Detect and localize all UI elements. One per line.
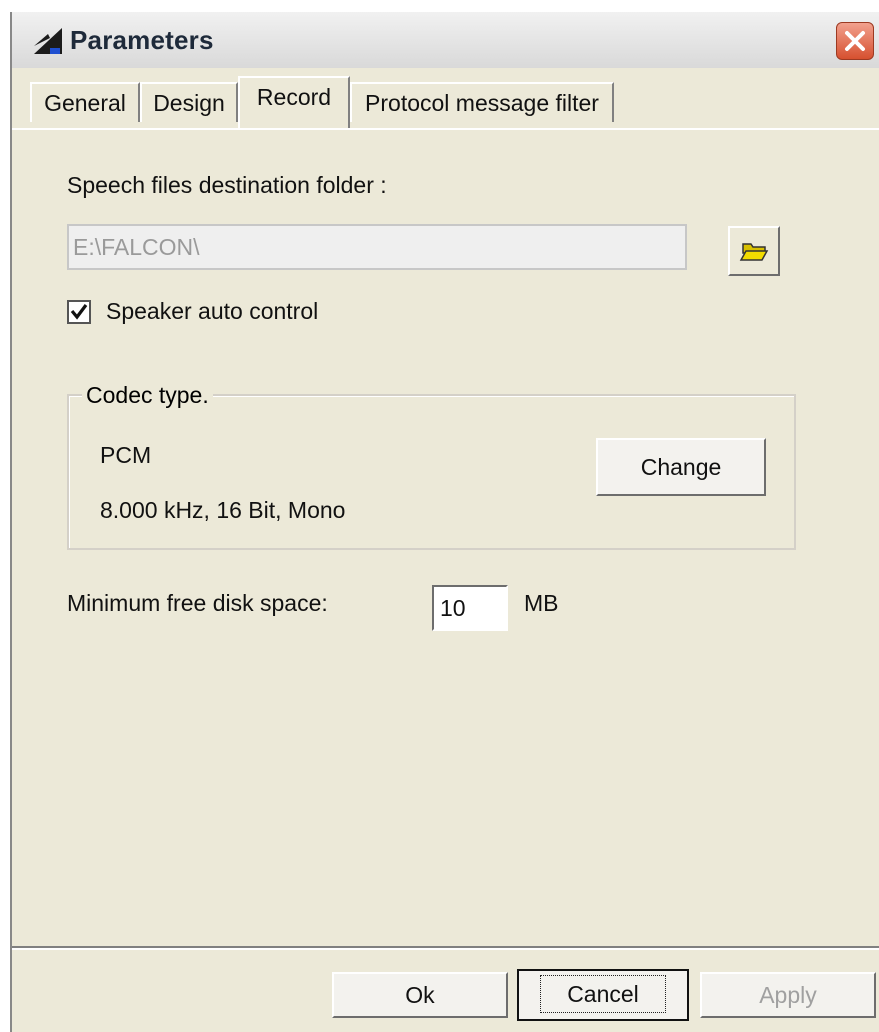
tab-protocol-message-filter[interactable]: Protocol message filter [350, 82, 614, 122]
codec-group-label: Codec type. [82, 382, 213, 409]
min-disk-space-field[interactable]: 10 [432, 585, 508, 631]
close-icon [845, 31, 865, 51]
footer-divider-highlight [12, 948, 879, 950]
ok-button[interactable]: Ok [332, 972, 508, 1018]
browse-folder-button[interactable] [728, 226, 780, 276]
destination-folder-field[interactable]: E:\FALCON\ [67, 224, 687, 270]
codec-name: PCM [100, 442, 152, 468]
tab-general[interactable]: General [30, 82, 140, 122]
close-button[interactable] [836, 22, 874, 60]
apply-button[interactable]: Apply [700, 972, 876, 1018]
title-bar[interactable]: Parameters [12, 12, 879, 68]
cancel-button-label: Cancel [540, 975, 666, 1013]
speaker-auto-control-label: Speaker auto control [106, 298, 319, 324]
window-title: Parameters [70, 25, 214, 55]
min-disk-unit: MB [524, 590, 559, 616]
speaker-auto-control-checkbox[interactable] [67, 300, 91, 324]
checkmark-icon [70, 304, 88, 320]
tab-bar: General Design Record Protocol message f… [12, 68, 879, 132]
parameters-dialog: Parameters General Design Record Protoco… [10, 12, 879, 1032]
change-codec-button[interactable]: Change [596, 438, 766, 496]
folder-label: Speech files destination folder : [67, 172, 387, 198]
folder-open-icon [739, 243, 769, 261]
cancel-button[interactable]: Cancel [517, 969, 689, 1021]
tab-design[interactable]: Design [140, 82, 238, 122]
app-icon [34, 28, 62, 54]
tab-record[interactable]: Record [238, 76, 350, 128]
codec-format: 8.000 kHz, 16 Bit, Mono [100, 497, 346, 523]
min-disk-label: Minimum free disk space: [67, 590, 328, 616]
